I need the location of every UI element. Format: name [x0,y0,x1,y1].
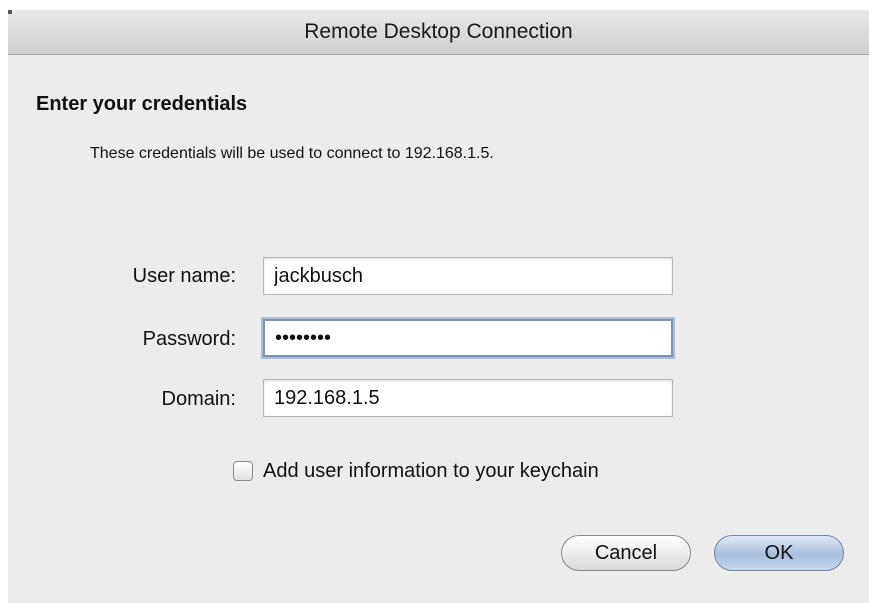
dialog-description: These credentials will be used to connec… [90,145,494,162]
password-field[interactable] [263,319,673,357]
window-title: Remote Desktop Connection [304,20,573,43]
keychain-option[interactable]: Add user information to your keychain [233,458,599,484]
domain-field[interactable] [263,379,673,417]
keychain-checkbox[interactable] [233,461,253,481]
cancel-button[interactable]: Cancel [561,535,691,571]
rdc-credentials-window: Remote Desktop Connection Enter your cre… [0,0,869,603]
password-label: Password: [142,328,236,350]
ok-button[interactable]: OK [714,535,844,571]
domain-label: Domain: [161,388,236,410]
keychain-checkbox-label[interactable]: Add user information to your keychain [263,460,599,483]
username-label: User name: [132,265,236,287]
dialog-content: Enter your credentials These credentials… [8,55,869,603]
title-bar[interactable]: Remote Desktop Connection [8,10,869,55]
username-field[interactable] [263,257,673,295]
dialog-heading: Enter your credentials [36,93,248,115]
